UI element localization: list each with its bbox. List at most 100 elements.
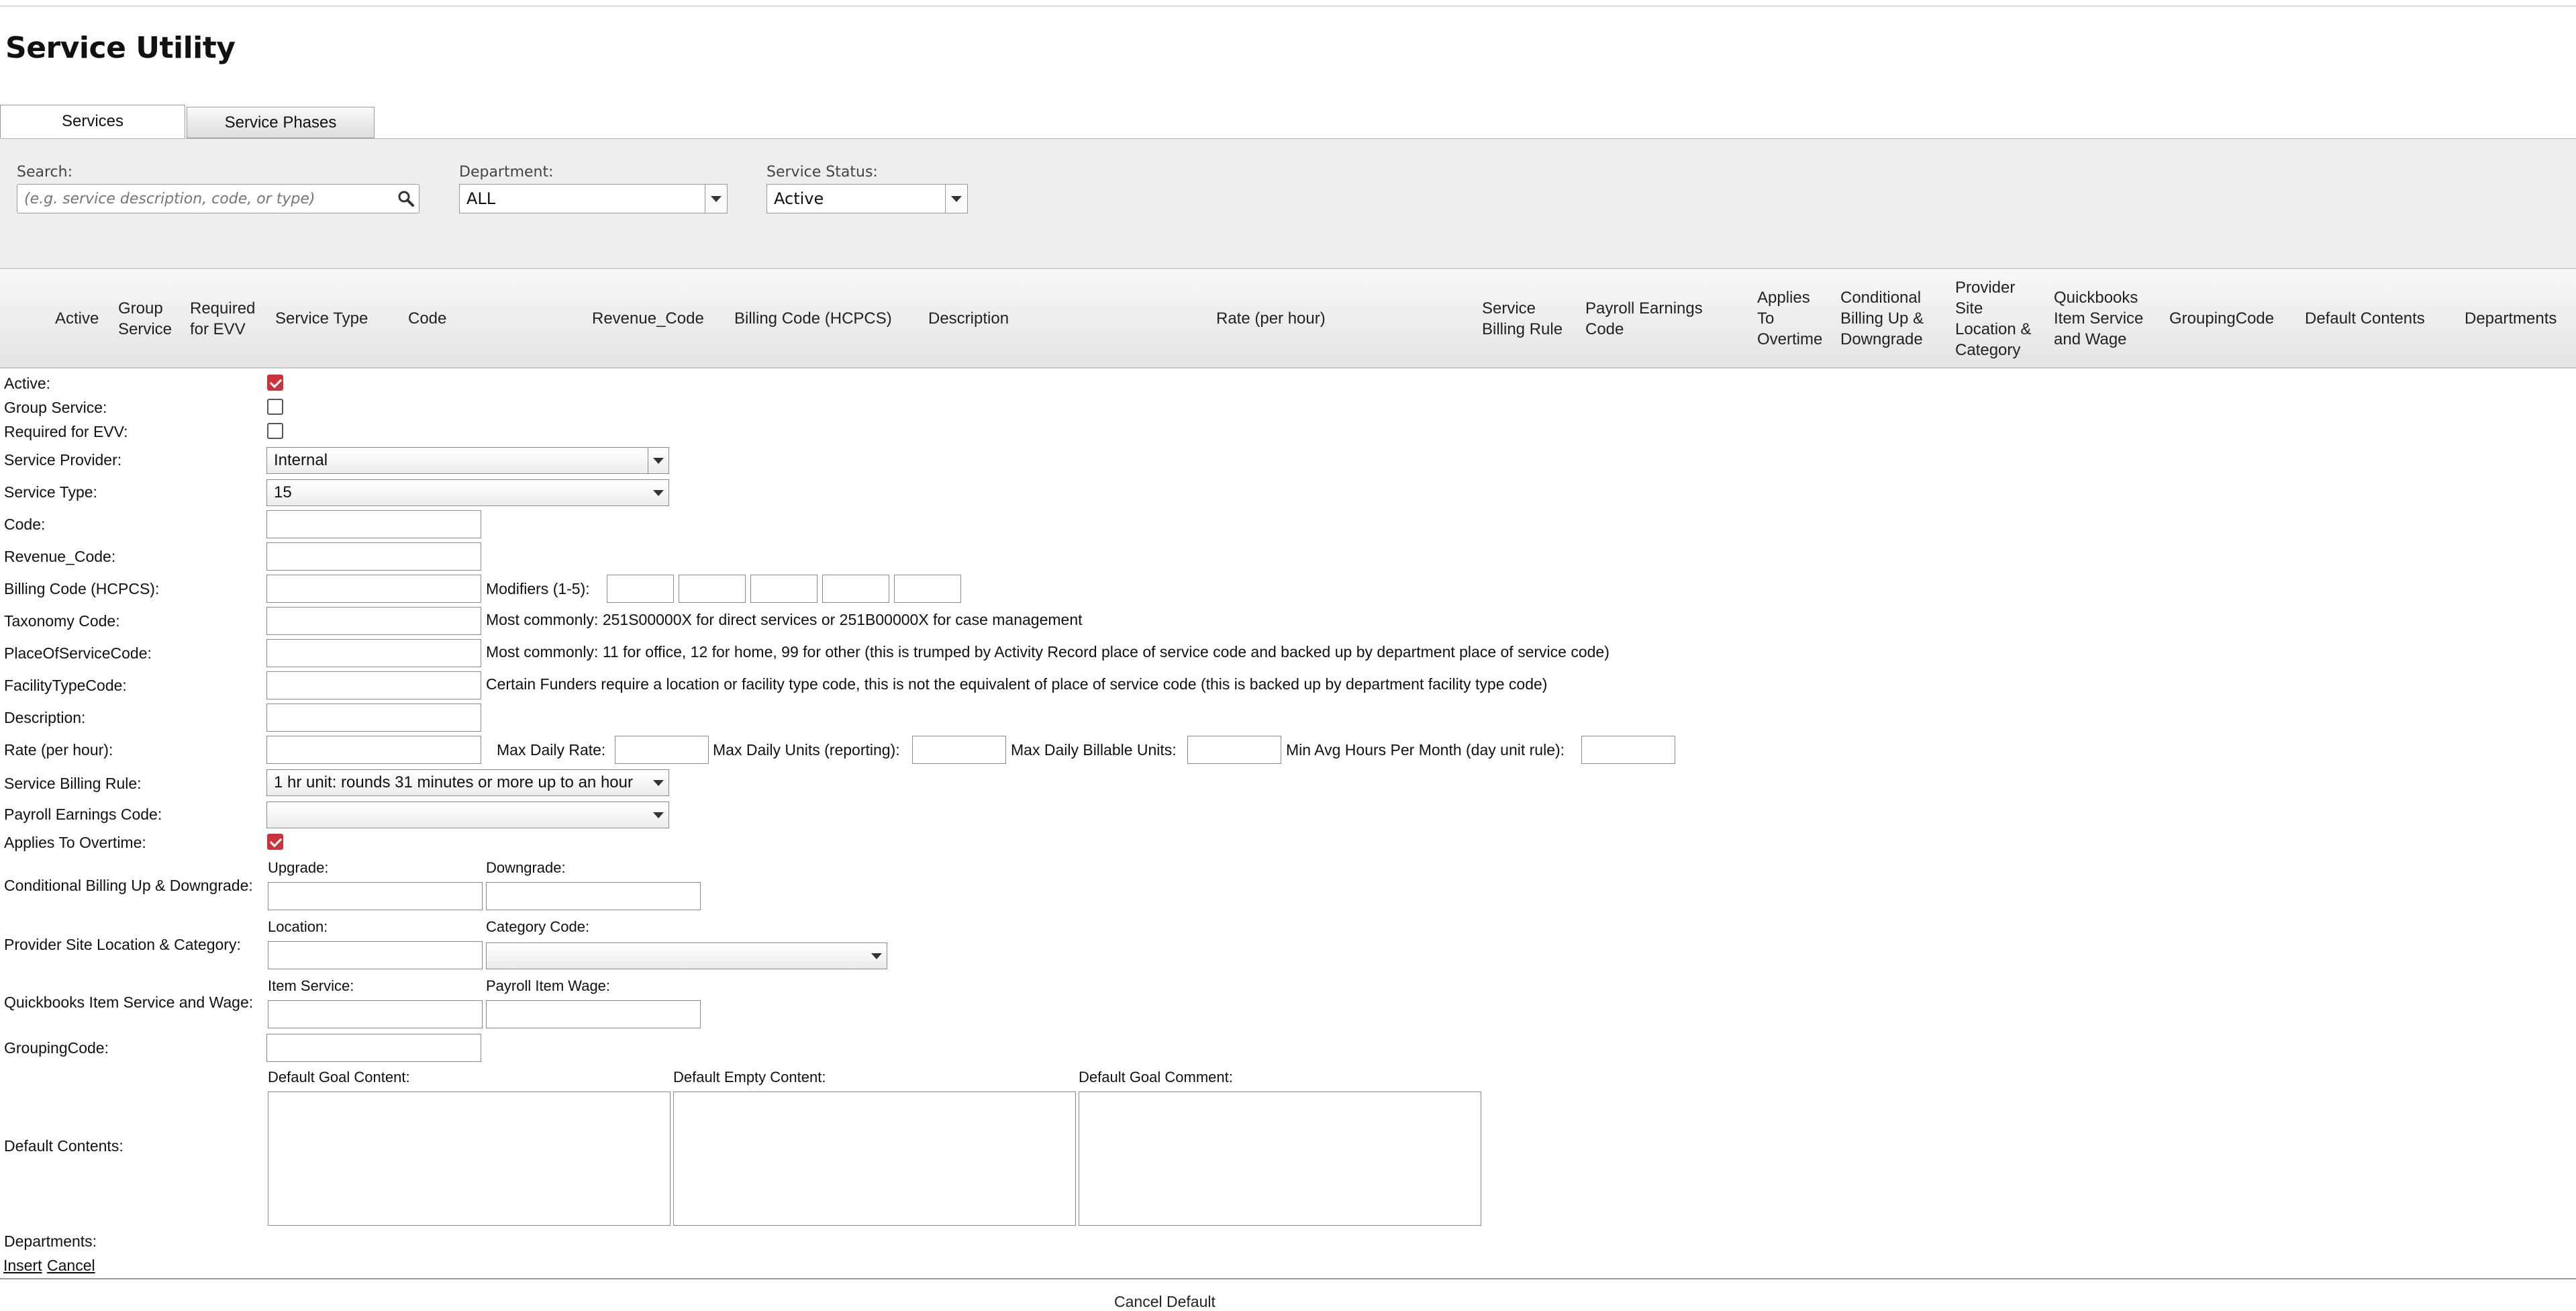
required-evv-checkbox[interactable]: [267, 423, 283, 439]
rate-input[interactable]: [266, 736, 481, 764]
cancel-link[interactable]: Cancel: [47, 1257, 95, 1275]
col-default-contents[interactable]: Default Contents: [2305, 270, 2466, 367]
revenue-code-input[interactable]: [266, 542, 481, 571]
upgrade-label: Upgrade:: [268, 859, 329, 876]
applies-overtime-checkbox[interactable]: [267, 834, 283, 850]
modifier-3-input[interactable]: [750, 575, 818, 603]
payroll-item-wage-label: Payroll Item Wage:: [486, 977, 611, 994]
tab-services[interactable]: Services: [0, 105, 185, 138]
default-goal-comment-textarea[interactable]: [1079, 1091, 1481, 1226]
group-service-checkbox[interactable]: [267, 399, 283, 415]
search-icon[interactable]: [397, 190, 415, 211]
upgrade-input[interactable]: [268, 882, 483, 910]
payroll-earnings-label: Payroll Earnings Code:: [4, 806, 162, 823]
place-of-service-input[interactable]: [266, 639, 481, 667]
service-type-select[interactable]: 15: [266, 479, 669, 506]
billing-code-label: Billing Code (HCPCS):: [4, 580, 160, 597]
col-quickbooks[interactable]: Quickbooks Item Service and Wage: [2054, 270, 2161, 367]
col-revenue-code[interactable]: Revenue_Code: [592, 270, 720, 367]
max-daily-rate-input[interactable]: [615, 736, 709, 764]
max-daily-units-input[interactable]: [912, 736, 1006, 764]
col-applies-to-overtime[interactable]: Applies To Overtime: [1757, 270, 1831, 367]
chevron-down-icon[interactable]: [705, 185, 727, 213]
service-status-dropdown[interactable]: Active: [766, 184, 968, 213]
required-evv-label: Required for EVV:: [4, 423, 128, 440]
downgrade-label: Downgrade:: [486, 859, 566, 876]
col-service-billing-rule[interactable]: Service Billing Rule: [1482, 270, 1569, 367]
service-type-label: Service Type:: [4, 483, 97, 501]
place-of-service-note: Most commonly: 11 for office, 12 for hom…: [486, 643, 1609, 661]
col-grouping-code[interactable]: GroupingCode: [2169, 270, 2290, 367]
billing-code-input[interactable]: [266, 575, 481, 603]
modifier-2-input[interactable]: [679, 575, 746, 603]
quickbooks-label: Quickbooks Item Service and Wage:: [4, 993, 254, 1011]
grouping-code-label: GroupingCode:: [4, 1039, 109, 1057]
default-empty-content-textarea[interactable]: [673, 1091, 1076, 1226]
col-billing-code[interactable]: Billing Code (HCPCS): [734, 270, 909, 367]
chevron-down-icon[interactable]: [648, 770, 668, 795]
facility-type-note: Certain Funders require a location or fa…: [486, 675, 1548, 693]
modifier-4-input[interactable]: [822, 575, 889, 603]
top-border: [0, 5, 2576, 7]
location-input[interactable]: [268, 941, 483, 969]
service-provider-value: Internal: [274, 451, 328, 469]
service-type-value: 15: [274, 483, 292, 501]
modifier-5-input[interactable]: [894, 575, 961, 603]
max-daily-rate-label: Max Daily Rate:: [497, 741, 606, 759]
grouping-code-input[interactable]: [266, 1034, 481, 1062]
category-code-select[interactable]: [486, 942, 887, 969]
chevron-down-icon[interactable]: [648, 802, 668, 828]
min-avg-hours-label: Min Avg Hours Per Month (day unit rule):: [1286, 741, 1565, 759]
col-required-evv[interactable]: Required for EVV: [190, 270, 264, 367]
facility-type-label: FacilityTypeCode:: [4, 677, 127, 694]
service-status-value: Active: [774, 189, 824, 208]
col-departments[interactable]: Departments: [2465, 270, 2572, 367]
default-goal-content-textarea[interactable]: [268, 1091, 671, 1226]
footer-divider: [0, 1278, 2576, 1279]
search-label: Search:: [17, 164, 72, 181]
description-label: Description:: [4, 709, 86, 726]
chevron-down-icon[interactable]: [648, 448, 668, 473]
conditional-billing-label: Conditional Billing Up & Downgrade:: [4, 877, 253, 894]
department-value: ALL: [466, 189, 496, 208]
chevron-down-icon[interactable]: [866, 943, 887, 969]
service-provider-select[interactable]: Internal: [266, 447, 669, 474]
taxonomy-input[interactable]: [266, 607, 481, 635]
tab-service-phases[interactable]: Service Phases: [187, 107, 375, 138]
description-input[interactable]: [266, 703, 481, 732]
search-input[interactable]: [23, 185, 388, 213]
item-service-input[interactable]: [268, 1000, 483, 1028]
chevron-down-icon[interactable]: [648, 480, 668, 505]
category-code-label: Category Code:: [486, 918, 590, 935]
service-billing-rule-value: 1 hr unit: rounds 31 minutes or more up …: [274, 773, 633, 791]
active-checkbox[interactable]: [267, 375, 283, 391]
col-conditional-billing[interactable]: Conditional Billing Up & Downgrade: [1840, 270, 1941, 367]
downgrade-input[interactable]: [486, 882, 701, 910]
col-rate[interactable]: Rate (per hour): [1216, 270, 1391, 367]
code-input[interactable]: [266, 510, 481, 538]
place-of-service-label: PlaceOfServiceCode:: [4, 644, 152, 662]
col-service-type[interactable]: Service Type: [275, 270, 396, 367]
col-payroll-earnings-code[interactable]: Payroll Earnings Code: [1585, 270, 1706, 367]
chevron-down-icon[interactable]: [945, 185, 967, 213]
service-status-label: Service Status:: [766, 164, 878, 181]
modifiers-label: Modifiers (1-5):: [486, 580, 590, 597]
department-dropdown[interactable]: ALL: [459, 184, 728, 213]
col-provider-site[interactable]: Provider Site Location & Category: [1955, 270, 2042, 367]
min-avg-hours-input[interactable]: [1581, 736, 1675, 764]
search-box[interactable]: [17, 184, 419, 213]
service-provider-label: Service Provider:: [4, 451, 122, 469]
max-daily-billable-label: Max Daily Billable Units:: [1011, 741, 1177, 759]
col-description[interactable]: Description: [928, 270, 1049, 367]
col-active[interactable]: Active: [55, 270, 109, 367]
modifier-1-input[interactable]: [607, 575, 674, 603]
max-daily-billable-input[interactable]: [1187, 736, 1281, 764]
payroll-earnings-select[interactable]: [266, 802, 669, 828]
col-group-service[interactable]: Group Service: [118, 270, 185, 367]
payroll-item-wage-input[interactable]: [486, 1000, 701, 1028]
service-billing-rule-select[interactable]: 1 hr unit: rounds 31 minutes or more up …: [266, 769, 669, 796]
facility-type-input[interactable]: [266, 671, 481, 699]
col-code[interactable]: Code: [408, 270, 489, 367]
insert-link[interactable]: Insert: [3, 1257, 42, 1275]
max-daily-units-label: Max Daily Units (reporting):: [713, 741, 900, 759]
